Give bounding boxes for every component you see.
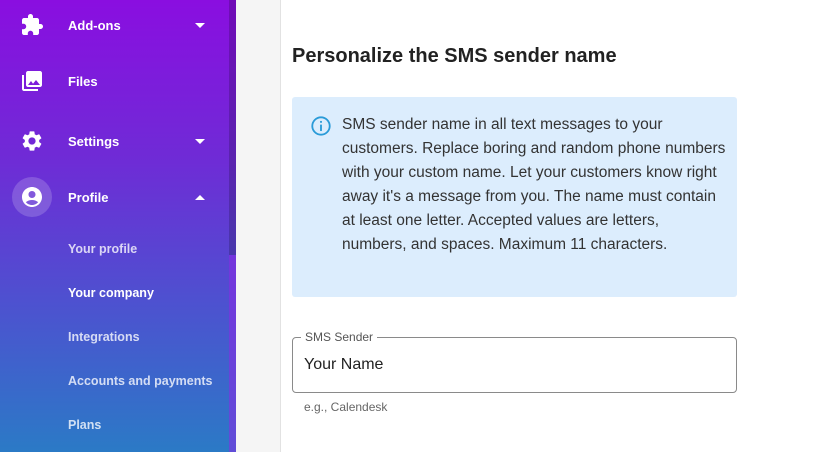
sidebar-item-label: Files: [68, 73, 98, 89]
sms-sender-field[interactable]: SMS Sender: [292, 330, 737, 393]
account-circle-icon: [12, 177, 52, 217]
sidebar-item-label: Add-ons: [68, 17, 121, 33]
sidebar-scrollbar-thumb[interactable]: [229, 0, 236, 255]
main-gutter: [236, 0, 280, 452]
info-text: SMS sender name in all text messages to …: [342, 116, 726, 253]
sidebar-item-addons[interactable]: Add-ons: [0, 5, 229, 45]
chevron-up-icon: [195, 194, 205, 200]
chevron-down-icon: [195, 138, 205, 144]
sidebar-subitem-accounts-payments[interactable]: Accounts and payments: [68, 374, 212, 388]
sidebar-item-label: Settings: [68, 133, 120, 149]
gear-icon: [12, 121, 52, 161]
page-title: Personalize the SMS sender name: [292, 45, 617, 67]
sidebar-item-label: Profile: [68, 189, 109, 205]
sms-sender-hint: e.g., Calendesk: [304, 400, 388, 414]
sms-sender-input[interactable]: [304, 352, 724, 378]
sidebar-subitem-your-profile[interactable]: Your profile: [68, 242, 137, 256]
sidebar-subitem-plans[interactable]: Plans: [68, 418, 101, 432]
sidebar-scrollbar-track[interactable]: [229, 255, 236, 452]
chevron-down-icon: [195, 22, 205, 28]
sidebar-item-settings[interactable]: Settings: [0, 121, 229, 161]
sidebar-subitem-your-company[interactable]: Your company: [68, 286, 154, 300]
sms-sender-label: SMS Sender: [301, 330, 378, 344]
puzzle-icon: [12, 5, 52, 45]
images-icon: [12, 61, 52, 101]
sidebar-item-profile[interactable]: Profile: [0, 177, 229, 217]
sidebar: Add-ons Files Settings Profile Your prof…: [0, 0, 236, 452]
sidebar-item-files[interactable]: Files: [0, 61, 229, 101]
info-icon: [310, 115, 332, 137]
sidebar-subitem-integrations[interactable]: Integrations: [68, 330, 140, 344]
info-alert: SMS sender name in all text messages to …: [292, 97, 737, 297]
